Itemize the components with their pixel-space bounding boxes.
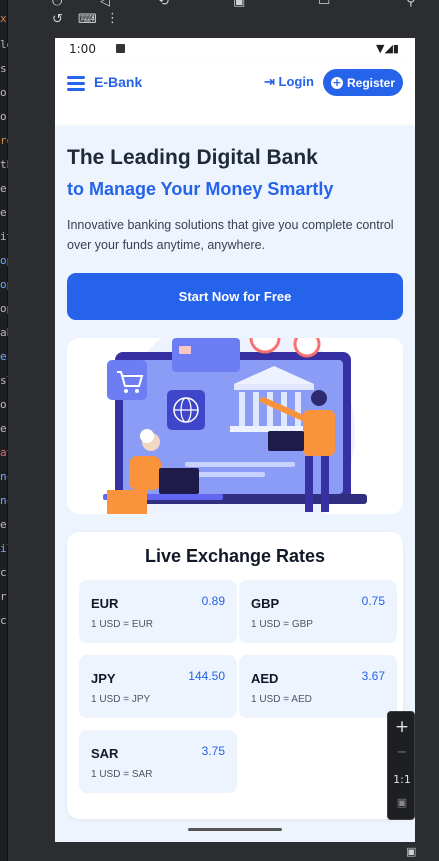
gutter-text: nc: [0, 494, 8, 507]
gutter-text: c: [0, 614, 7, 627]
gutter-text: op: [0, 278, 8, 291]
gutter-text: s: [0, 62, 7, 75]
volume-icon[interactable]: ◁: [100, 0, 110, 9]
gutter-text: o: [0, 398, 7, 411]
power-icon[interactable]: ⏻: [52, 0, 62, 9]
zoom-controls: + − 1:1 ▣: [387, 711, 415, 820]
rate-card-gbp[interactable]: GBP 0.75 1 USD = GBP: [239, 580, 397, 643]
status-icons: ▼◢▮: [376, 42, 399, 55]
rate-value: 0.89: [201, 594, 225, 608]
hero-title: The Leading Digital Bank: [67, 146, 318, 169]
ide-status-bar: ▣: [8, 842, 439, 861]
rate-value: 3.67: [361, 669, 385, 683]
login-label: Login: [278, 74, 314, 89]
gutter-text: or: [0, 86, 8, 99]
gutter-text: th: [0, 158, 8, 171]
gutter-text: nc: [0, 470, 8, 483]
rate-description: 1 USD = GBP: [251, 619, 313, 630]
rate-card-eur[interactable]: EUR 0.89 1 USD = EUR: [79, 580, 237, 643]
screenshot-icon[interactable]: ▣: [233, 0, 245, 9]
fit-screen-icon[interactable]: ▣: [388, 796, 416, 809]
gutter-text: ro: [0, 134, 8, 147]
app-bar: E-Bank ⇥ Login + Register: [55, 60, 415, 124]
register-label: Register: [346, 75, 396, 90]
login-icon: ⇥: [264, 74, 275, 89]
currency-code: SAR: [91, 746, 119, 761]
emulator-side-panel: [415, 36, 439, 842]
rate-value: 3.75: [201, 744, 225, 758]
gutter-text: x: [0, 12, 7, 25]
status-time: 1:00: [69, 42, 96, 56]
rates-title: Live Exchange Rates: [144, 546, 326, 566]
gutter-text: ab: [0, 326, 8, 339]
notification-icon: [116, 44, 125, 53]
rate-card-jpy[interactable]: JPY 144.50 1 USD = JPY: [79, 655, 237, 718]
zoom-reset-button[interactable]: 1:1: [388, 773, 416, 786]
register-button[interactable]: + Register: [323, 69, 403, 96]
rotate-icon[interactable]: ⟲: [158, 0, 169, 9]
gutter-text: it: [0, 230, 8, 243]
gutter-text: sl: [0, 374, 8, 387]
exchange-rates-card: Live Exchange Rates EUR 0.89 1 USD = EUR…: [67, 532, 403, 819]
gesture-home-bar[interactable]: [188, 828, 282, 831]
rate-description: 1 USD = AED: [251, 694, 312, 705]
gutter-text: op: [0, 302, 8, 315]
zoom-in-button[interactable]: +: [388, 717, 416, 737]
rate-description: 1 USD = JPY: [91, 694, 151, 705]
hero-subtitle: to Manage Your Money Smartly: [67, 179, 334, 199]
gutter-text: le: [0, 38, 8, 51]
currency-code: JPY: [91, 671, 116, 686]
more-vert-icon[interactable]: ⋮: [106, 11, 119, 26]
gutter-text: op: [0, 254, 8, 267]
menu-icon[interactable]: [67, 76, 85, 91]
search-icon[interactable]: ⚲: [406, 0, 416, 9]
rate-description: 1 USD = SAR: [91, 769, 153, 780]
gutter-text: or: [0, 110, 8, 123]
gutter-text: er: [0, 206, 8, 219]
gutter-text: e: [0, 422, 7, 435]
hero-description: Innovative banking solutions that give y…: [67, 218, 394, 252]
currency-code: EUR: [91, 596, 119, 611]
gutter-text: er: [0, 182, 8, 195]
rate-card-sar[interactable]: SAR 3.75 1 USD = SAR: [79, 730, 237, 793]
gutter-text: c: [0, 566, 7, 579]
digital-bank-illustration: [67, 338, 403, 514]
brand-logo[interactable]: E-Bank: [94, 74, 142, 90]
rate-description: 1 USD = EUR: [91, 619, 153, 630]
emulator-toolbar: ⏻ ◁ ⟲ ▣ ▭ ⚲ ↺ ⌨ ⋮: [8, 0, 439, 36]
editor-gutter: x le s or or ro th er er it op op op ab …: [0, 0, 8, 861]
zoom-out-button[interactable]: −: [388, 745, 416, 760]
gutter-text: at: [0, 446, 8, 459]
currency-code: GBP: [251, 596, 280, 611]
gutter-text: il: [0, 542, 8, 555]
rate-value: 0.75: [361, 594, 385, 608]
gutter-text: e: [0, 518, 7, 531]
window-icon[interactable]: ▣: [406, 845, 416, 858]
camera-icon[interactable]: ▭: [318, 0, 330, 9]
gutter-text: r: [0, 590, 7, 603]
gutter-text: es: [0, 350, 8, 363]
currency-code: AED: [251, 671, 279, 686]
login-link[interactable]: ⇥ Login: [264, 74, 314, 90]
keyboard-icon[interactable]: ⌨: [78, 12, 97, 27]
undo-icon[interactable]: ↺: [52, 12, 63, 27]
rate-value: 144.50: [188, 669, 225, 683]
plus-circle-icon: +: [330, 75, 343, 89]
status-bar: 1:00 ▼◢▮: [55, 38, 415, 60]
rate-card-aed[interactable]: AED 3.67 1 USD = AED: [239, 655, 397, 718]
start-now-button[interactable]: Start Now for Free: [67, 273, 403, 320]
hero-illustration: [67, 338, 403, 514]
device-screen: 1:00 ▼◢▮ E-Bank ⇥ Login + Register The L…: [55, 38, 415, 842]
